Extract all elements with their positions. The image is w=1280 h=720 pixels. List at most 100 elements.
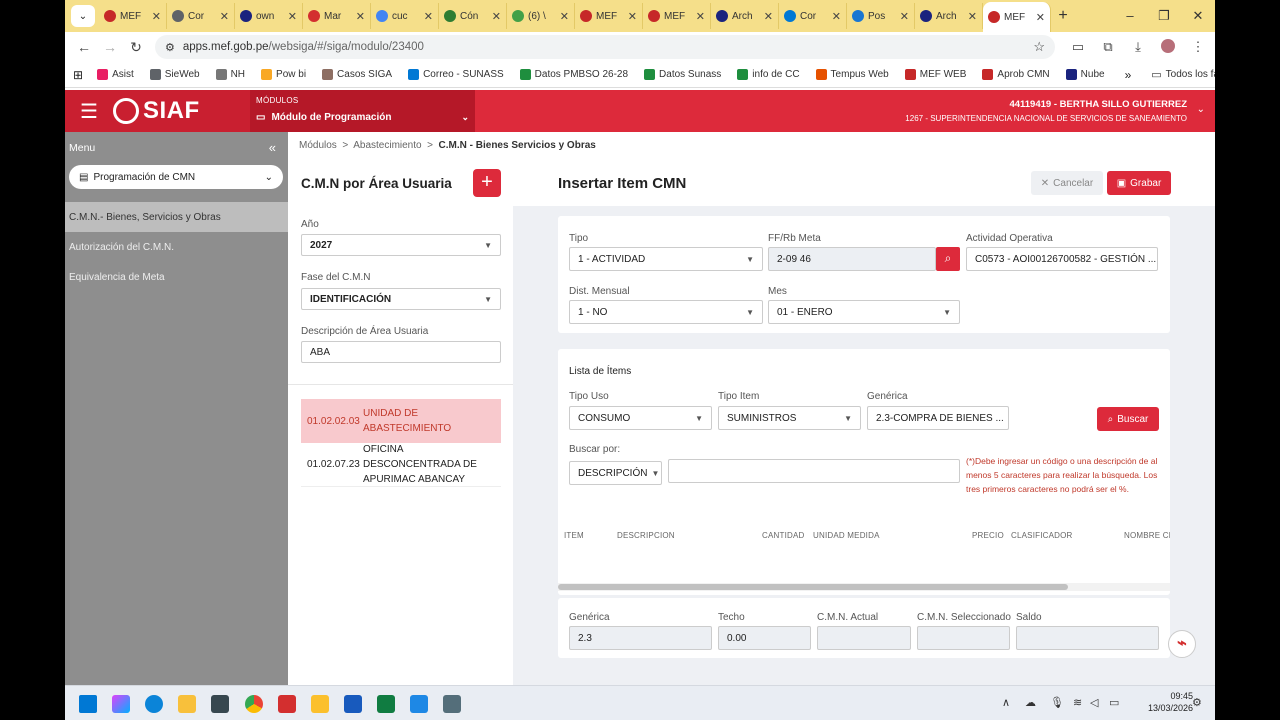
browser-tab[interactable]: MEF ✕	[983, 2, 1051, 32]
copilot-icon[interactable]	[112, 695, 130, 713]
tab-close-icon[interactable]: ✕	[832, 10, 841, 23]
tab-close-icon[interactable]: ✕	[424, 10, 433, 23]
bookmark-item[interactable]: info de CC	[729, 69, 807, 80]
user-info[interactable]: 44119419 - BERTHA SILLO GUTIERREZ 1267 -…	[905, 99, 1187, 123]
new-tab-button[interactable]: +	[1051, 7, 1075, 25]
browser-tab[interactable]: Pos ✕	[847, 3, 915, 29]
browser-tab[interactable]: MEF ✕	[575, 3, 643, 29]
tab-close-icon[interactable]: ✕	[220, 10, 229, 23]
all-bookmarks[interactable]: ▭Todos los favoritos	[1143, 68, 1215, 81]
tab-close-icon[interactable]: ✕	[764, 10, 773, 23]
cast-icon[interactable]: ▭	[1063, 39, 1093, 55]
tab-close-icon[interactable]: ✕	[628, 10, 637, 23]
extensions-icon[interactable]: ⧉	[1093, 39, 1123, 55]
apps-grid-icon[interactable]: ⊞	[71, 68, 89, 82]
sidebar-item-cmn-bienes[interactable]: C.M.N.- Bienes, Servicios y Obras	[65, 202, 288, 232]
bookmark-item[interactable]: Pow bi	[253, 69, 314, 80]
tab-close-icon[interactable]: ✕	[492, 10, 501, 23]
bookmark-star-icon[interactable]: ☆	[1033, 39, 1045, 55]
browser-tab[interactable]: Arch ✕	[915, 3, 983, 29]
start-icon[interactable]	[79, 695, 97, 713]
bookmark-item[interactable]: Datos PMBSO 26-28	[512, 69, 636, 80]
anio-select[interactable]: 2027 ▼	[301, 234, 501, 256]
buscar-button[interactable]: ⌕ Buscar	[1097, 407, 1159, 431]
site-info-icon[interactable]: ⚙	[165, 41, 175, 54]
tipo-item-select[interactable]: SUMINISTROS ▼	[718, 406, 861, 430]
bookmark-item[interactable]: MEF WEB	[897, 69, 975, 80]
tab-close-icon[interactable]: ✕	[1036, 11, 1045, 24]
browser-tab[interactable]: Mar ✕	[303, 3, 371, 29]
browser-tab[interactable]: (6) \ ✕	[507, 3, 575, 29]
search-input[interactable]	[668, 459, 960, 483]
browser-tab[interactable]: own ✕	[235, 3, 303, 29]
wifi-icon[interactable]: ≋	[1073, 696, 1082, 709]
bookmark-item[interactable]: Aprob CMN	[974, 69, 1057, 80]
breadcrumb-modulos[interactable]: Módulos	[299, 140, 337, 151]
browser-tab[interactable]: Cón ✕	[439, 3, 507, 29]
browser-tab[interactable]: MEF ✕	[99, 3, 167, 29]
breadcrumb-abastecimiento[interactable]: Abastecimiento	[353, 140, 421, 151]
microphone-icon[interactable]: 🎙	[1050, 696, 1064, 709]
add-button[interactable]: +	[473, 169, 501, 197]
forward-button[interactable]: →	[97, 39, 123, 55]
list-item[interactable]: 01.02.02.03 UNIDAD DE ABASTECIMIENTO	[301, 399, 501, 443]
profile-avatar[interactable]	[1153, 38, 1183, 56]
url-bar[interactable]: ⚙ apps.mef.gob.pe/websiga/#/siga/modulo/…	[155, 35, 1055, 59]
buscar-por-select[interactable]: DESCRIPCIÓN ▼	[569, 461, 662, 485]
tipo-select[interactable]: 1 - ACTIVIDAD ▼	[569, 247, 763, 271]
bookmark-item[interactable]: SieWeb	[142, 69, 208, 80]
bookmark-item[interactable]: NH	[208, 69, 253, 80]
notification-icon[interactable]: ⚙	[1192, 696, 1202, 709]
scrollbar-thumb[interactable]	[558, 584, 1068, 590]
edge-icon[interactable]	[145, 695, 163, 713]
chrome-icon[interactable]	[245, 695, 263, 713]
tipo-uso-select[interactable]: CONSUMO ▼	[569, 406, 712, 430]
mes-select[interactable]: 01 - ENERO ▼	[768, 300, 960, 324]
browser-tab[interactable]: Cor ✕	[779, 3, 847, 29]
tab-close-icon[interactable]: ✕	[288, 10, 297, 23]
reload-button[interactable]: ↻	[123, 39, 149, 56]
desc-area-input[interactable]: ABA	[301, 341, 501, 363]
tab-close-icon[interactable]: ✕	[152, 10, 161, 23]
menu-selector[interactable]: ▤ Programación de CMN ⌄	[69, 165, 283, 189]
list-item[interactable]: 01.02.07.23 OFICINA DESCONCENTRADA DE APU…	[301, 443, 501, 487]
sidebar-item-autorizacion[interactable]: Autorización del C.M.N.	[65, 232, 288, 262]
bookmark-item[interactable]: Tempus Web	[808, 69, 897, 80]
browser-tab[interactable]: Arch ✕	[711, 3, 779, 29]
generica-select[interactable]: 2.3-COMPRA DE BIENES ...▼	[867, 406, 1009, 430]
sidebar-item-equivalencia[interactable]: Equivalencia de Meta	[65, 262, 288, 292]
file-explorer-icon[interactable]	[178, 695, 196, 713]
excel-icon[interactable]	[377, 695, 395, 713]
close-window-icon[interactable]: ✕	[1181, 8, 1215, 24]
meta-search-button[interactable]: ⌕	[936, 247, 960, 271]
tray-chevron-icon[interactable]: ∧	[1002, 696, 1010, 709]
browser-menu-icon[interactable]: ⋮	[1183, 39, 1213, 55]
download-icon[interactable]: ⤓	[1123, 39, 1153, 55]
module-selector[interactable]: MÓDULOS ▭ Módulo de Programación ⌄	[250, 90, 475, 132]
snipping-tool-icon[interactable]	[443, 695, 461, 713]
horizontal-scrollbar[interactable]	[558, 583, 1170, 591]
hamburger-menu-icon[interactable]: ☰	[65, 99, 113, 124]
battery-icon[interactable]: ▭	[1109, 696, 1119, 709]
actividad-select[interactable]: C0573 - AOI00126700582 - GESTIÓN ...▼	[966, 247, 1158, 271]
bookmark-item[interactable]: Nube	[1058, 69, 1113, 80]
bookmark-item[interactable]: Casos SIGA	[314, 69, 400, 80]
tab-close-icon[interactable]: ✕	[900, 10, 909, 23]
bookmarks-more-icon[interactable]: »	[1113, 68, 1144, 82]
cancel-button[interactable]: ✕ Cancelar	[1031, 171, 1103, 195]
bookmark-item[interactable]: Datos Sunass	[636, 69, 729, 80]
collapse-menu-icon[interactable]: «	[269, 140, 276, 155]
save-button[interactable]: ▣ Grabar	[1107, 171, 1171, 195]
photos-icon[interactable]	[410, 695, 428, 713]
browser-tab[interactable]: MEF ✕	[643, 3, 711, 29]
restore-icon[interactable]: ❐	[1147, 8, 1181, 24]
tab-search-chevron-icon[interactable]: ⌄	[71, 5, 95, 27]
pdf-icon[interactable]: ⌁	[1168, 630, 1196, 658]
volume-icon[interactable]: ◁	[1090, 696, 1098, 709]
word-icon[interactable]	[344, 695, 362, 713]
browser-tab[interactable]: Cor ✕	[167, 3, 235, 29]
tab-close-icon[interactable]: ✕	[560, 10, 569, 23]
clock[interactable]: 09:45 13/03/2026	[1148, 690, 1193, 714]
onedrive-icon[interactable]: ☁	[1025, 696, 1036, 709]
anydesk-icon[interactable]	[278, 695, 296, 713]
